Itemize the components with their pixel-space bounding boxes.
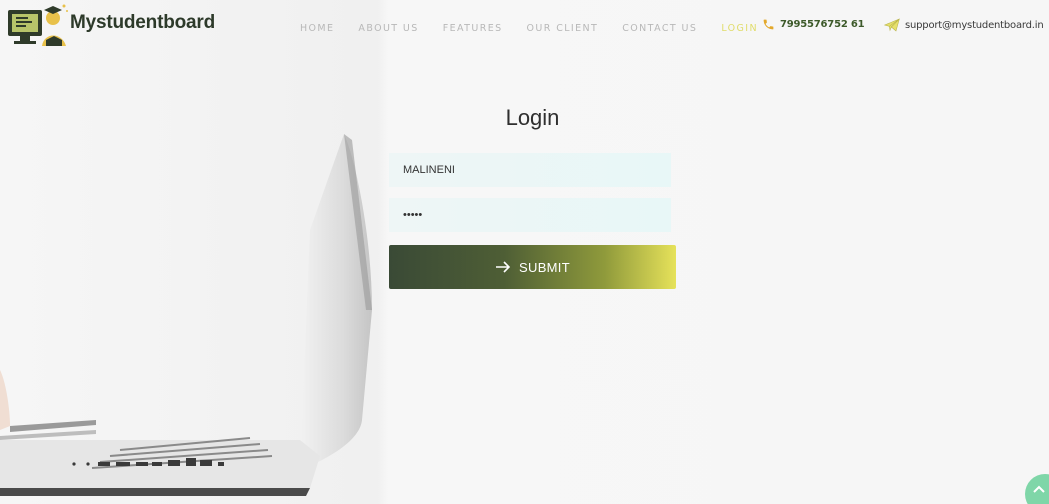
nav-about-us[interactable]: ABOUT US: [358, 23, 418, 34]
password-input[interactable]: [389, 198, 671, 232]
site-header: Mystudentboard HOME ABOUT US FEATURES OU…: [0, 0, 1049, 52]
main-nav: HOME ABOUT US FEATURES OUR CLIENT CONTAC…: [300, 20, 782, 36]
brand-logo-link[interactable]: Mystudentboard: [6, 2, 215, 50]
nav-contact-us[interactable]: CONTACT US: [622, 23, 697, 34]
paper-plane-icon: [884, 18, 900, 32]
phone-icon: [763, 19, 774, 30]
login-page: Mystudentboard HOME ABOUT US FEATURES OU…: [0, 0, 1049, 504]
laptop-illustration: [0, 134, 372, 496]
brand-name: Mystudentboard: [70, 12, 215, 33]
contact-phone-link[interactable]: 7995576752 61: [762, 18, 865, 31]
nav-login[interactable]: LOGIN: [721, 23, 758, 34]
contact-phone-number: 7995576752 61: [780, 19, 865, 30]
contact-email-address: support@mystudentboard.in: [905, 19, 1044, 31]
scroll-to-top-button[interactable]: [1025, 474, 1049, 504]
nav-our-client[interactable]: OUR CLIENT: [527, 23, 599, 34]
nav-features[interactable]: FEATURES: [443, 23, 503, 34]
username-input[interactable]: [389, 153, 671, 187]
login-title: Login: [505, 105, 560, 130]
contact-email-link[interactable]: support@mystudentboard.in: [884, 18, 1044, 32]
logo-icon: [8, 4, 68, 46]
nav-home[interactable]: HOME: [300, 23, 334, 34]
submit-button-label: SUBMIT: [519, 259, 570, 275]
arrow-right-icon: [496, 261, 511, 273]
chevron-up-icon: [1033, 485, 1045, 493]
submit-button[interactable]: SUBMIT: [389, 245, 676, 289]
